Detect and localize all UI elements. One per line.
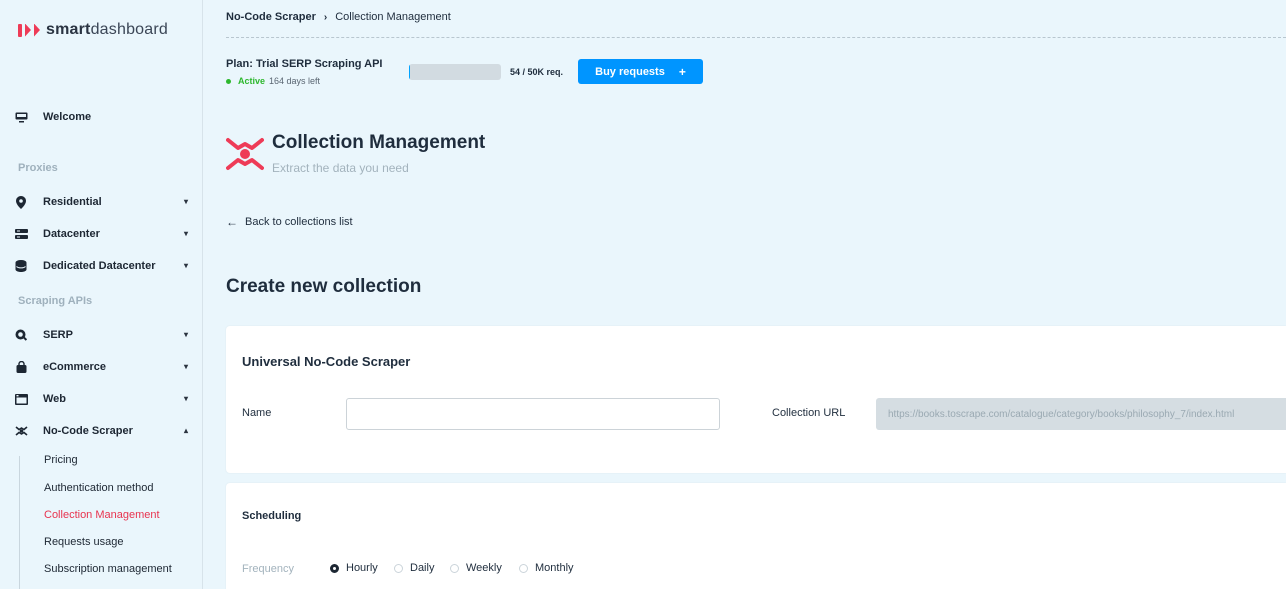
radio-hourly[interactable]: Hourly: [330, 562, 378, 574]
status-badge: Active: [238, 76, 266, 86]
section-proxies: Proxies: [18, 162, 58, 174]
collection-url-input[interactable]: [876, 398, 1286, 430]
scraper-icon: [14, 424, 28, 438]
radio-daily[interactable]: Daily: [394, 562, 434, 574]
name-label: Name: [242, 407, 272, 419]
logo[interactable]: smartdashboard: [18, 21, 168, 39]
chevron-down-icon: ▾: [183, 229, 188, 238]
chevron-down-icon: ▾: [183, 197, 188, 206]
plus-icon: +: [678, 64, 686, 79]
section-scraping-apis: Scraping APIs: [18, 295, 93, 307]
name-input[interactable]: [346, 398, 720, 430]
sidebar-item-ecommerce[interactable]: eCommerce ▾: [14, 356, 190, 378]
radio-label: Hourly: [346, 562, 378, 574]
chevron-down-icon: ▾: [183, 261, 188, 270]
sidebar-item-label: SERP: [43, 329, 73, 341]
sidebar-item-residential[interactable]: Residential ▾: [14, 191, 190, 213]
logo-text-bold: smart: [46, 21, 91, 38]
card-title: Universal No-Code Scraper: [242, 354, 411, 369]
sidebar-subitem-subscription-management[interactable]: Subscription management: [44, 563, 172, 575]
back-link-label: Back to collections list: [245, 216, 353, 228]
logo-text-light: dashboard: [90, 21, 168, 38]
sidebar-subitem-authentication-method[interactable]: Authentication method: [44, 482, 153, 494]
subnav-line: [19, 456, 20, 589]
breadcrumb-current: Collection Management: [335, 11, 451, 23]
logo-icon: [18, 23, 40, 37]
sidebar-item-serp[interactable]: SERP ▾: [14, 324, 190, 346]
chevron-down-icon: ▾: [183, 394, 188, 403]
radio-unchecked-icon: [519, 563, 528, 573]
sidebar-item-dedicated-datacenter[interactable]: Dedicated Datacenter ▾: [14, 255, 190, 277]
collection-url-label: Collection URL: [772, 407, 846, 419]
page-title: Collection Management: [272, 132, 486, 153]
sidebar-item-label: Residential: [43, 196, 102, 208]
arrow-left-icon: ←: [226, 215, 238, 229]
sidebar-subitem-pricing[interactable]: Pricing: [44, 454, 78, 466]
sidebar: smartdashboard Welcome Proxies Residenti…: [0, 0, 203, 589]
chevron-right-icon: ›: [323, 11, 328, 23]
main-content: No-Code Scraper › Collection Management …: [204, 0, 1286, 589]
sidebar-item-datacenter[interactable]: Datacenter ▾: [14, 223, 190, 245]
chevron-down-icon: ▾: [183, 362, 188, 371]
buy-requests-label: Buy requests: [595, 65, 665, 78]
server-icon: [14, 227, 28, 241]
monitor-icon: [14, 110, 28, 124]
plan-name: Plan: Trial SERP Scraping API: [226, 58, 383, 70]
plan-status: Active 164 days left: [226, 76, 320, 86]
breadcrumb: No-Code Scraper › Collection Management: [226, 11, 451, 23]
page-subtitle: Extract the data you need: [272, 161, 409, 175]
sidebar-subitem-collection-management[interactable]: Collection Management: [44, 509, 160, 521]
sidebar-item-label: Datacenter: [43, 228, 100, 240]
sidebar-item-label: Dedicated Datacenter: [43, 260, 156, 272]
frequency-label: Frequency: [242, 563, 294, 575]
sidebar-item-label: eCommerce: [43, 361, 106, 373]
radio-checked-icon: [330, 563, 339, 573]
radio-label: Daily: [410, 562, 435, 574]
sidebar-item-web[interactable]: Web ▾: [14, 388, 190, 410]
sidebar-item-label: Welcome: [43, 111, 92, 123]
chevron-up-icon: ▴: [183, 426, 188, 435]
requests-count: 54 / 50K req.: [510, 67, 564, 77]
buy-requests-button[interactable]: Buy requests +: [578, 59, 703, 84]
scraper-card: Universal No-Code Scraper Name Collectio…: [226, 326, 1286, 473]
days-left: 164 days left: [269, 76, 321, 86]
divider: [226, 37, 1286, 38]
section-title: Create new collection: [226, 276, 422, 297]
radio-monthly[interactable]: Monthly: [519, 562, 574, 574]
sidebar-item-label: Web: [43, 393, 67, 405]
status-dot-icon: [226, 78, 231, 84]
scheduling-card: Scheduling Frequency Hourly Daily Weekly…: [226, 483, 1286, 589]
sidebar-item-no-code-scraper[interactable]: No-Code Scraper ▴: [14, 420, 190, 442]
shopping-bag-icon: [14, 360, 28, 374]
back-link[interactable]: ← Back to collections list: [226, 215, 353, 229]
radio-label: Monthly: [535, 562, 574, 574]
radio-weekly[interactable]: Weekly: [450, 562, 502, 574]
browser-window-icon: [14, 392, 28, 406]
radio-unchecked-icon: [394, 563, 403, 573]
scheduling-title: Scheduling: [242, 510, 302, 522]
chevron-down-icon: ▾: [183, 330, 188, 339]
radio-label: Weekly: [466, 562, 502, 574]
breadcrumb-parent[interactable]: No-Code Scraper: [226, 11, 316, 23]
map-pin-icon: [14, 195, 28, 209]
usage-progress-bar: [409, 64, 501, 80]
sidebar-item-welcome[interactable]: Welcome: [14, 106, 190, 128]
collection-management-icon: [226, 138, 264, 170]
sidebar-subitem-requests-usage[interactable]: Requests usage: [44, 536, 124, 548]
database-icon: [14, 259, 28, 273]
sidebar-item-label: No-Code Scraper: [43, 425, 133, 437]
search-icon: [14, 328, 28, 342]
radio-unchecked-icon: [450, 563, 459, 573]
